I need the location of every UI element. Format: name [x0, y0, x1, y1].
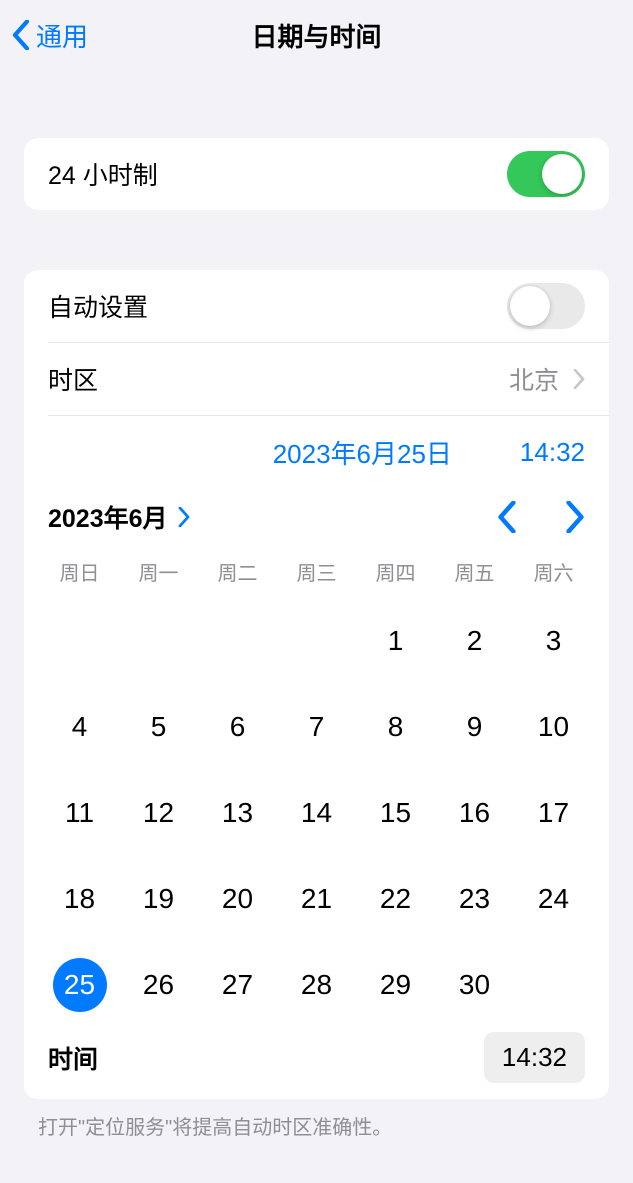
day-cell[interactable]: 21: [279, 872, 354, 926]
time-label: 时间: [48, 1040, 98, 1076]
day-cell[interactable]: 26: [121, 958, 196, 1012]
toggle-auto-set[interactable]: [507, 283, 585, 329]
prev-month-button[interactable]: [497, 501, 517, 533]
row-24h: 24 小时制: [24, 138, 609, 210]
timezone-value-text: 北京: [509, 361, 559, 397]
day-cell[interactable]: 28: [279, 958, 354, 1012]
header: 通用 日期与时间: [0, 0, 633, 70]
label-24h: 24 小时制: [48, 156, 158, 192]
day-cell[interactable]: 30: [437, 958, 512, 1012]
day-cell[interactable]: 29: [358, 958, 433, 1012]
weekday: 周六: [516, 551, 591, 592]
month-nav: [497, 501, 585, 533]
day-cell[interactable]: 10: [516, 700, 591, 754]
day-cell[interactable]: 16: [437, 786, 512, 840]
day-cell[interactable]: 13: [200, 786, 275, 840]
datetime-display: 2023年6月25日 14:32: [24, 416, 609, 483]
date-display[interactable]: 2023年6月25日: [273, 434, 452, 471]
day-cell[interactable]: 9: [437, 700, 512, 754]
chevron-right-icon: [573, 369, 585, 389]
footnote: 打开"定位服务"将提高自动时区准确性。: [0, 1099, 633, 1140]
label-auto-set: 自动设置: [48, 288, 148, 324]
back-label: 通用: [36, 17, 88, 54]
day-cell[interactable]: 4: [42, 700, 117, 754]
day-cell[interactable]: 11: [42, 786, 117, 840]
calendar: 2023年6月 周日 周一 周二 周三 周四 周五 周六: [24, 483, 609, 1099]
time-display[interactable]: 14:32: [520, 437, 585, 468]
section-24h: 24 小时制: [24, 138, 609, 210]
day-cell[interactable]: 8: [358, 700, 433, 754]
day-cell[interactable]: 5: [121, 700, 196, 754]
day-cell[interactable]: 1: [358, 614, 433, 668]
weekday: 周日: [42, 551, 117, 592]
time-picker[interactable]: 14:32: [484, 1032, 585, 1083]
section-datetime: 自动设置 时区 北京 2023年6月25日 14:32 2023年6月: [24, 270, 609, 1099]
day-cell[interactable]: 2: [437, 614, 512, 668]
day-blank: [200, 614, 275, 668]
month-picker[interactable]: 2023年6月: [48, 499, 190, 535]
day-blank: [42, 614, 117, 668]
day-blank: [279, 614, 354, 668]
day-cell[interactable]: 14: [279, 786, 354, 840]
day-cell[interactable]: 18: [42, 872, 117, 926]
month-label: 2023年6月: [48, 499, 168, 535]
weekday: 周一: [121, 551, 196, 592]
label-timezone: 时区: [48, 361, 98, 397]
weekday: 周四: [358, 551, 433, 592]
day-cell[interactable]: 20: [200, 872, 275, 926]
day-cell[interactable]: 15: [358, 786, 433, 840]
day-cell[interactable]: 27: [200, 958, 275, 1012]
next-month-button[interactable]: [565, 501, 585, 533]
day-cell[interactable]: 7: [279, 700, 354, 754]
weekday: 周三: [279, 551, 354, 592]
calendar-header: 2023年6月: [42, 495, 591, 551]
day-cell[interactable]: 17: [516, 786, 591, 840]
day-cell[interactable]: 12: [121, 786, 196, 840]
day-cell[interactable]: 19: [121, 872, 196, 926]
day-cell[interactable]: 22: [358, 872, 433, 926]
chevron-right-icon: [178, 507, 190, 527]
days-grid: 1234567891011121314151617181920212223242…: [42, 592, 591, 1024]
day-cell[interactable]: 3: [516, 614, 591, 668]
day-cell[interactable]: 24: [516, 872, 591, 926]
row-auto-set: 自动设置: [24, 270, 609, 342]
time-row: 时间 14:32: [42, 1024, 591, 1087]
chevron-left-icon: [12, 20, 30, 50]
value-timezone: 北京: [509, 361, 585, 397]
back-button[interactable]: 通用: [12, 17, 88, 54]
toggle-24h[interactable]: [507, 151, 585, 197]
page-title: 日期与时间: [251, 17, 381, 54]
day-cell[interactable]: 25: [42, 958, 117, 1012]
weekday: 周二: [200, 551, 275, 592]
day-cell[interactable]: 23: [437, 872, 512, 926]
weekday-row: 周日 周一 周二 周三 周四 周五 周六: [42, 551, 591, 592]
weekday: 周五: [437, 551, 512, 592]
row-timezone[interactable]: 时区 北京: [24, 343, 609, 415]
day-blank: [121, 614, 196, 668]
day-cell[interactable]: 6: [200, 700, 275, 754]
